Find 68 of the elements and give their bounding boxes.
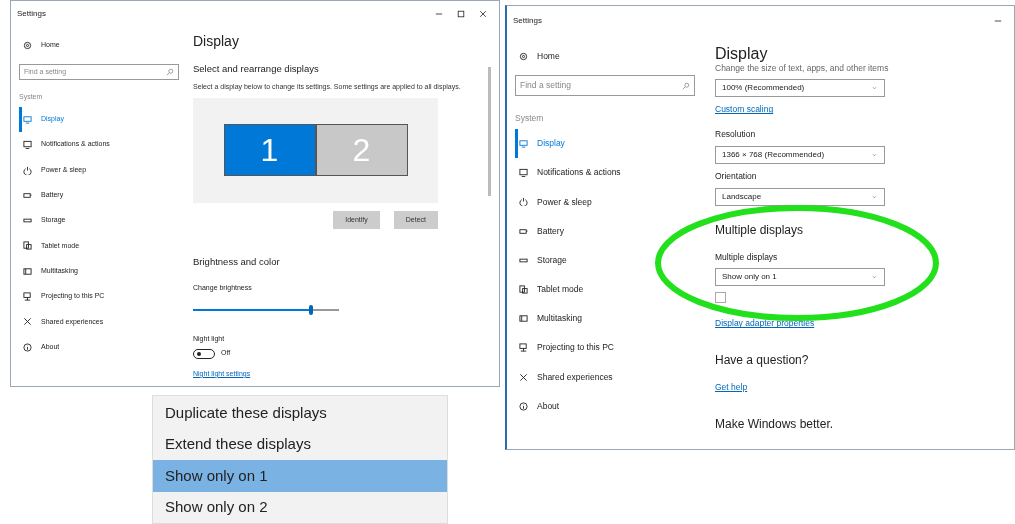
- field-label: Multiple displays: [715, 250, 778, 264]
- sidebar-item[interactable]: Shared experiences: [515, 362, 695, 392]
- tablet-icon: [23, 241, 32, 251]
- drive-icon: [23, 216, 32, 226]
- power-icon: [23, 165, 32, 175]
- sidebar-item[interactable]: About: [515, 391, 695, 421]
- dropdown-option[interactable]: Show only on 1: [153, 460, 447, 492]
- dropdown-option[interactable]: Extend these displays: [153, 428, 447, 460]
- monitor-icon: [519, 139, 528, 149]
- gear-icon: [23, 41, 32, 51]
- page-title: Display: [193, 32, 240, 51]
- sidebar-item[interactable]: Display: [515, 128, 695, 159]
- section-heading: Multiple displays: [715, 221, 805, 239]
- dropdown-field[interactable]: 1366 × 768 (Recommended): [715, 145, 885, 164]
- power-icon: [519, 197, 528, 207]
- sidebar-item[interactable]: Projecting to this PC: [515, 333, 695, 363]
- home-nav-item[interactable]: Home: [515, 42, 695, 72]
- section-heading: Make Windows better.: [715, 415, 835, 433]
- link[interactable]: Custom scaling: [715, 103, 774, 117]
- section-heading: Brightness and color: [193, 255, 281, 270]
- projector-icon: [519, 343, 528, 353]
- chevron-down-icon: [871, 194, 878, 199]
- chevron-down-icon: [871, 152, 878, 157]
- window-icon: [23, 266, 32, 276]
- window-icon: [519, 314, 528, 324]
- battery-icon: [519, 226, 528, 236]
- sidebar-item[interactable]: Power & sleep: [515, 187, 695, 217]
- sidebar-item[interactable]: Tablet mode: [515, 274, 695, 305]
- chevron-down-icon: [871, 275, 878, 280]
- field-label: Resolution: [715, 128, 756, 141]
- link[interactable]: Display adapter properties: [715, 317, 815, 331]
- page-title: Display: [715, 46, 769, 62]
- brightness-slider[interactable]: [193, 303, 339, 316]
- minimize-icon[interactable]: [435, 10, 443, 18]
- close-icon[interactable]: [479, 10, 487, 18]
- search-field[interactable]: Find a setting: [515, 75, 695, 97]
- info-icon: [519, 401, 528, 411]
- maximize-icon[interactable]: [457, 10, 465, 18]
- sidebar-item[interactable]: Multitasking: [515, 304, 695, 334]
- field-label: Orientation: [715, 169, 757, 183]
- window-title: Settings: [513, 15, 542, 27]
- dropdown-field[interactable]: Show only on 1: [715, 268, 885, 287]
- dropdown-option[interactable]: Duplicate these displays: [153, 397, 447, 429]
- projector-icon: [23, 292, 32, 301]
- section-label: System: [515, 112, 545, 125]
- dropdown-option[interactable]: Show only on 2: [153, 491, 447, 523]
- search-icon: [166, 68, 174, 77]
- chevron-down-icon: [871, 86, 878, 91]
- link[interactable]: Get help: [715, 381, 748, 394]
- slider-thumb[interactable]: [309, 304, 314, 315]
- scrollbar[interactable]: [488, 67, 491, 196]
- sidebar-item[interactable]: Notifications & actions: [515, 158, 695, 188]
- gear-icon: [519, 52, 528, 62]
- sidebar-item[interactable]: Battery: [515, 216, 695, 246]
- battery-icon: [23, 190, 32, 200]
- minimize-icon[interactable]: [994, 17, 1002, 25]
- description-text: Change the size of text, apps, and other items: [715, 64, 890, 74]
- search-icon: [682, 81, 690, 90]
- section-heading: Have a question?: [715, 352, 810, 370]
- monitor-icon: [23, 114, 32, 124]
- display-tile[interactable]: 1: [223, 124, 316, 177]
- section-heading: Select and rearrange displays: [193, 62, 320, 76]
- dropdown-field[interactable]: Landscape: [715, 187, 885, 206]
- tablet-icon: [519, 284, 528, 294]
- dropdown-field[interactable]: 100% (Recommended): [715, 79, 885, 98]
- sidebar-item[interactable]: Storage: [515, 245, 695, 275]
- info-icon: [23, 342, 32, 352]
- window-title: Settings: [17, 8, 46, 20]
